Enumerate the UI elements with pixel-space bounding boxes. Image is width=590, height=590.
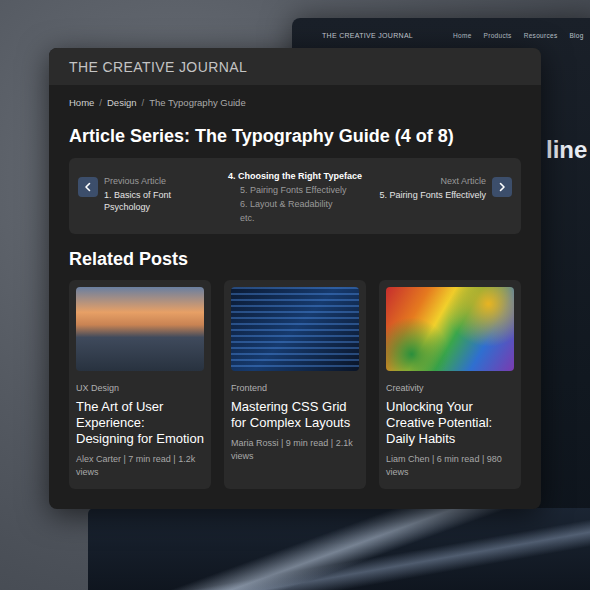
post-card[interactable]: Creativity Unlocking Your Creative Potent…	[379, 280, 521, 489]
previous-text: Previous Article 1. Basics of Font Psycho…	[104, 175, 218, 213]
post-meta: Maria Rossi | 9 min read | 2.1k views	[231, 437, 359, 463]
background-nav-item[interactable]: Blog	[569, 32, 583, 39]
series-item[interactable]: 5. Pairing Fonts Effectively	[228, 183, 362, 197]
breadcrumb-item: The Typography Guide	[149, 97, 245, 108]
previous-button[interactable]	[78, 177, 98, 197]
previous-label: Previous Article	[104, 175, 218, 187]
series-navigation: Previous Article 1. Basics of Font Psycho…	[69, 158, 521, 234]
post-category: Frontend	[231, 383, 359, 394]
chevron-left-icon	[83, 182, 93, 192]
breadcrumb-item[interactable]: Design	[107, 97, 137, 108]
post-image[interactable]	[386, 287, 514, 371]
breadcrumb-separator: /	[142, 97, 145, 108]
series-item[interactable]: 6. Layout & Readability	[228, 197, 362, 211]
post-card[interactable]: UX Design The Art of User Experience: Des…	[69, 280, 211, 489]
next-article[interactable]: Next Article 5. Pairing Fonts Effectively	[372, 167, 512, 225]
previous-title[interactable]: 1. Basics of Font Psychology	[104, 189, 218, 213]
window-header: THE CREATIVE JOURNAL	[49, 48, 541, 85]
related-heading: Related Posts	[69, 248, 521, 270]
background-header: THE CREATIVE JOURNAL Home Products Resource…	[292, 18, 590, 39]
breadcrumb: Home / Design / The Typography Guide	[69, 97, 521, 108]
chevron-right-icon	[497, 182, 507, 192]
post-meta: Alex Carter | 7 min read | 1.2k views	[76, 453, 204, 479]
series-heading: Article Series: The Typography Guide (4 …	[69, 124, 521, 148]
background-title: THE CREATIVE JOURNAL	[322, 32, 413, 39]
previous-article[interactable]: Previous Article 1. Basics of Font Psycho…	[78, 167, 218, 225]
post-title[interactable]: Mastering CSS Grid for Complex Layouts	[231, 399, 359, 431]
article-window: THE CREATIVE JOURNAL Home / Design / The Typo…	[49, 48, 541, 509]
site-title[interactable]: THE CREATIVE JOURNAL	[69, 59, 247, 75]
background-hero-text: line	[546, 136, 587, 164]
background-nav-item[interactable]: Home	[453, 32, 472, 39]
series-list: 4. Choosing the Right Typeface5. Pairing…	[228, 167, 362, 225]
post-image[interactable]	[231, 287, 359, 371]
post-meta: Liam Chen | 6 min read | 980 views	[386, 453, 514, 479]
next-button[interactable]	[492, 177, 512, 197]
article-content: Home / Design / The Typography Guide Article …	[49, 97, 541, 509]
post-title[interactable]: Unlocking Your Creative Potential: Daily…	[386, 399, 514, 447]
post-image[interactable]	[76, 287, 204, 371]
related-posts: UX Design The Art of User Experience: Des…	[69, 280, 521, 489]
next-title[interactable]: 5. Pairing Fonts Effectively	[380, 189, 486, 201]
background-nav: Home Products Resources Blog	[453, 32, 584, 39]
background-nav-item[interactable]: Resources	[524, 32, 558, 39]
post-category: Creativity	[386, 383, 514, 394]
breadcrumb-separator: /	[99, 97, 102, 108]
breadcrumb-item[interactable]: Home	[69, 97, 94, 108]
next-label: Next Article	[380, 175, 486, 187]
series-item[interactable]: etc.	[228, 211, 362, 225]
post-title[interactable]: The Art of User Experience: Designing fo…	[76, 399, 204, 447]
background-image	[88, 508, 590, 590]
post-card[interactable]: Frontend Mastering CSS Grid for Complex L…	[224, 280, 366, 489]
series-item[interactable]: 4. Choosing the Right Typeface	[228, 169, 362, 183]
next-text: Next Article 5. Pairing Fonts Effectively	[380, 175, 486, 201]
background-nav-item[interactable]: Products	[484, 32, 512, 39]
post-category: UX Design	[76, 383, 204, 394]
